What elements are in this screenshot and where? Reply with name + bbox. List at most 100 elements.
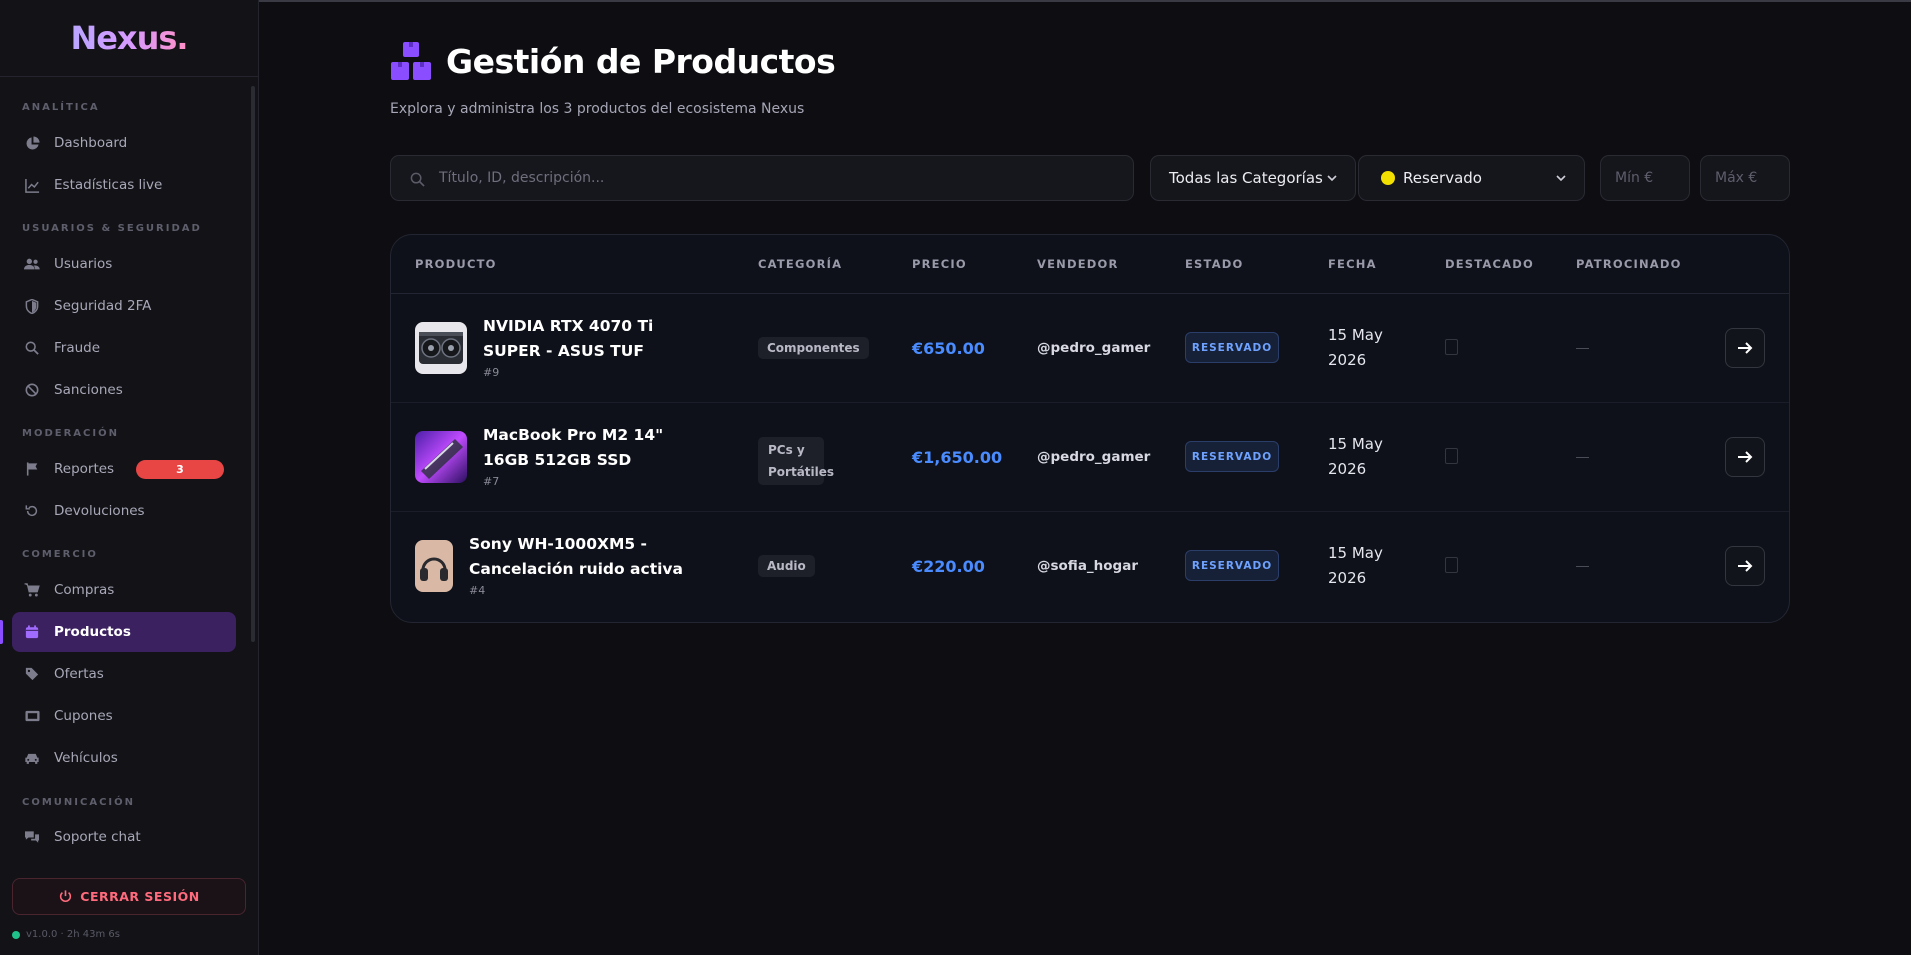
filter-bar: Título, ID, descripción... Todas las Cat… xyxy=(390,155,1790,201)
sidebar-item-compras[interactable]: Compras xyxy=(12,570,236,610)
product-id: #7 xyxy=(483,475,500,488)
product-name[interactable]: Sony WH-1000XM5 - Cancelación ruido acti… xyxy=(469,532,689,582)
sidebar-item-label: Estadísticas live xyxy=(54,177,163,193)
arrow-right-icon xyxy=(1738,342,1753,354)
version-text: v1.0.0 · 2h 43m 6s xyxy=(26,929,120,940)
sidebar-item-label: Dashboard xyxy=(54,135,128,151)
sidebar-item-seguridad[interactable]: Seguridad 2FA xyxy=(12,286,236,326)
sponsored-dash xyxy=(1576,566,1589,567)
main-content: Gestión de Productos Explora y administr… xyxy=(260,0,1911,955)
sidebar-item-usuarios[interactable]: Usuarios xyxy=(12,244,236,284)
pie-chart-icon xyxy=(24,135,40,151)
col-categoria[interactable]: CATEGORÍA xyxy=(758,257,842,271)
car-icon xyxy=(24,750,40,766)
category-select[interactable]: Todas las Categorías xyxy=(1150,155,1356,201)
page-subtitle: Explora y administra los 3 productos del… xyxy=(390,101,805,117)
reportes-count-badge: 3 xyxy=(136,460,224,479)
sidebar: Nexus. ANALÍTICA Dashboard Estadísticas … xyxy=(0,0,259,955)
arrow-right-icon xyxy=(1738,451,1753,463)
sidebar-item-label: Productos xyxy=(54,624,131,640)
product-price: €1,650.00 xyxy=(912,448,1003,467)
product-date: 15 May 2026 xyxy=(1328,326,1383,369)
sidebar-item-productos[interactable]: Productos xyxy=(12,612,236,652)
featured-checkbox[interactable] xyxy=(1445,448,1458,464)
page-title: Gestión de Productos xyxy=(446,41,836,81)
sidebar-item-label: Vehículos xyxy=(54,750,118,766)
featured-checkbox[interactable] xyxy=(1445,339,1458,355)
section-analitica: ANALÍTICA xyxy=(22,102,100,113)
section-moderacion: MODERACIÓN xyxy=(22,428,119,439)
logout-button[interactable]: CERRAR SESIÓN xyxy=(12,878,246,915)
view-product-button[interactable] xyxy=(1725,328,1765,368)
product-date: 15 May 2026 xyxy=(1328,435,1383,478)
col-precio[interactable]: PRECIO xyxy=(912,257,967,271)
sidebar-item-label: Reportes xyxy=(54,461,115,477)
col-patrocinado[interactable]: PATROCINADO xyxy=(1576,257,1682,271)
col-producto[interactable]: PRODUCTO xyxy=(415,257,497,271)
sidebar-item-label: Usuarios xyxy=(54,256,113,272)
sidebar-item-label: Sanciones xyxy=(54,382,123,398)
boxes-icon xyxy=(391,42,431,80)
section-comunicacion: COMUNICACIÓN xyxy=(22,797,136,808)
sidebar-item-vehiculos[interactable]: Vehículos xyxy=(12,738,236,778)
status-badge: RESERVADO xyxy=(1185,441,1279,472)
product-price: €650.00 xyxy=(912,339,985,358)
table-header: PRODUCTO CATEGORÍA PRECIO VENDEDOR ESTAD… xyxy=(391,235,1789,294)
col-vendedor[interactable]: VENDEDOR xyxy=(1037,257,1119,271)
product-date: 15 May 2026 xyxy=(1328,544,1383,587)
chat-icon xyxy=(24,829,40,845)
sidebar-item-soporte-chat[interactable]: Soporte chat xyxy=(12,817,236,856)
col-destacado[interactable]: DESTACADO xyxy=(1445,257,1534,271)
col-estado[interactable]: ESTADO xyxy=(1185,257,1244,271)
table-row[interactable]: MacBook Pro M2 14" 16GB 512GB SSD #7 PCs… xyxy=(391,403,1789,512)
sidebar-item-label: Cupones xyxy=(54,708,113,724)
sidebar-item-label: Ofertas xyxy=(54,666,104,682)
logo[interactable]: Nexus. xyxy=(70,19,188,57)
sidebar-item-dashboard[interactable]: Dashboard xyxy=(12,123,236,163)
section-usuarios: USUARIOS & SEGURIDAD xyxy=(22,223,202,234)
category-select-value: Todas las Categorías xyxy=(1169,169,1323,187)
logout-label: CERRAR SESIÓN xyxy=(80,889,200,904)
sidebar-item-ofertas[interactable]: Ofertas xyxy=(12,654,236,694)
status-select[interactable]: Reservado xyxy=(1358,155,1585,201)
sidebar-scrollbar[interactable] xyxy=(250,86,256,856)
tag-icon xyxy=(24,666,40,682)
product-thumbnail-gpu xyxy=(415,322,467,374)
sidebar-item-estadisticas[interactable]: Estadísticas live xyxy=(12,165,236,205)
seller-handle[interactable]: @sofia_hogar xyxy=(1037,558,1138,574)
max-price-placeholder: Máx € xyxy=(1715,170,1758,186)
sidebar-scrollbar-thumb[interactable] xyxy=(251,86,255,642)
col-fecha[interactable]: FECHA xyxy=(1328,257,1377,271)
calendar-box-icon xyxy=(24,624,40,640)
product-name[interactable]: NVIDIA RTX 4070 Ti SUPER - ASUS TUF xyxy=(483,314,703,364)
chevron-down-icon xyxy=(1327,175,1337,182)
status-dot-icon xyxy=(1381,171,1395,185)
sidebar-item-cupones[interactable]: Cupones xyxy=(12,696,236,736)
product-price: €220.00 xyxy=(912,557,985,576)
sidebar-item-reportes[interactable]: Reportes 3 xyxy=(12,449,236,489)
table-row[interactable]: NVIDIA RTX 4070 Ti SUPER - ASUS TUF #9 C… xyxy=(391,294,1789,403)
section-comercio: COMERCIO xyxy=(22,549,98,560)
status-badge: RESERVADO xyxy=(1185,550,1279,581)
sidebar-item-fraude[interactable]: Fraude xyxy=(12,328,236,368)
max-price-input[interactable]: Máx € xyxy=(1700,155,1790,201)
flag-icon xyxy=(24,461,40,477)
logo-area: Nexus. xyxy=(0,0,258,77)
search-input[interactable]: Título, ID, descripción... xyxy=(390,155,1134,201)
table-row[interactable]: Sony WH-1000XM5 - Cancelación ruido acti… xyxy=(391,512,1789,621)
products-table: PRODUCTO CATEGORÍA PRECIO VENDEDOR ESTAD… xyxy=(390,234,1790,623)
sidebar-item-sanciones[interactable]: Sanciones xyxy=(12,370,236,410)
online-status-dot xyxy=(12,930,20,939)
sponsored-dash xyxy=(1576,457,1589,458)
sponsored-dash xyxy=(1576,348,1589,349)
seller-handle[interactable]: @pedro_gamer xyxy=(1037,449,1150,465)
product-name[interactable]: MacBook Pro M2 14" 16GB 512GB SSD xyxy=(483,423,703,473)
view-product-button[interactable] xyxy=(1725,546,1765,586)
view-product-button[interactable] xyxy=(1725,437,1765,477)
min-price-input[interactable]: Mín € xyxy=(1600,155,1690,201)
seller-handle[interactable]: @pedro_gamer xyxy=(1037,340,1150,356)
line-chart-icon xyxy=(24,177,40,193)
sidebar-item-devoluciones[interactable]: Devoluciones xyxy=(12,491,236,531)
featured-checkbox[interactable] xyxy=(1445,557,1458,573)
cart-icon xyxy=(24,582,40,598)
